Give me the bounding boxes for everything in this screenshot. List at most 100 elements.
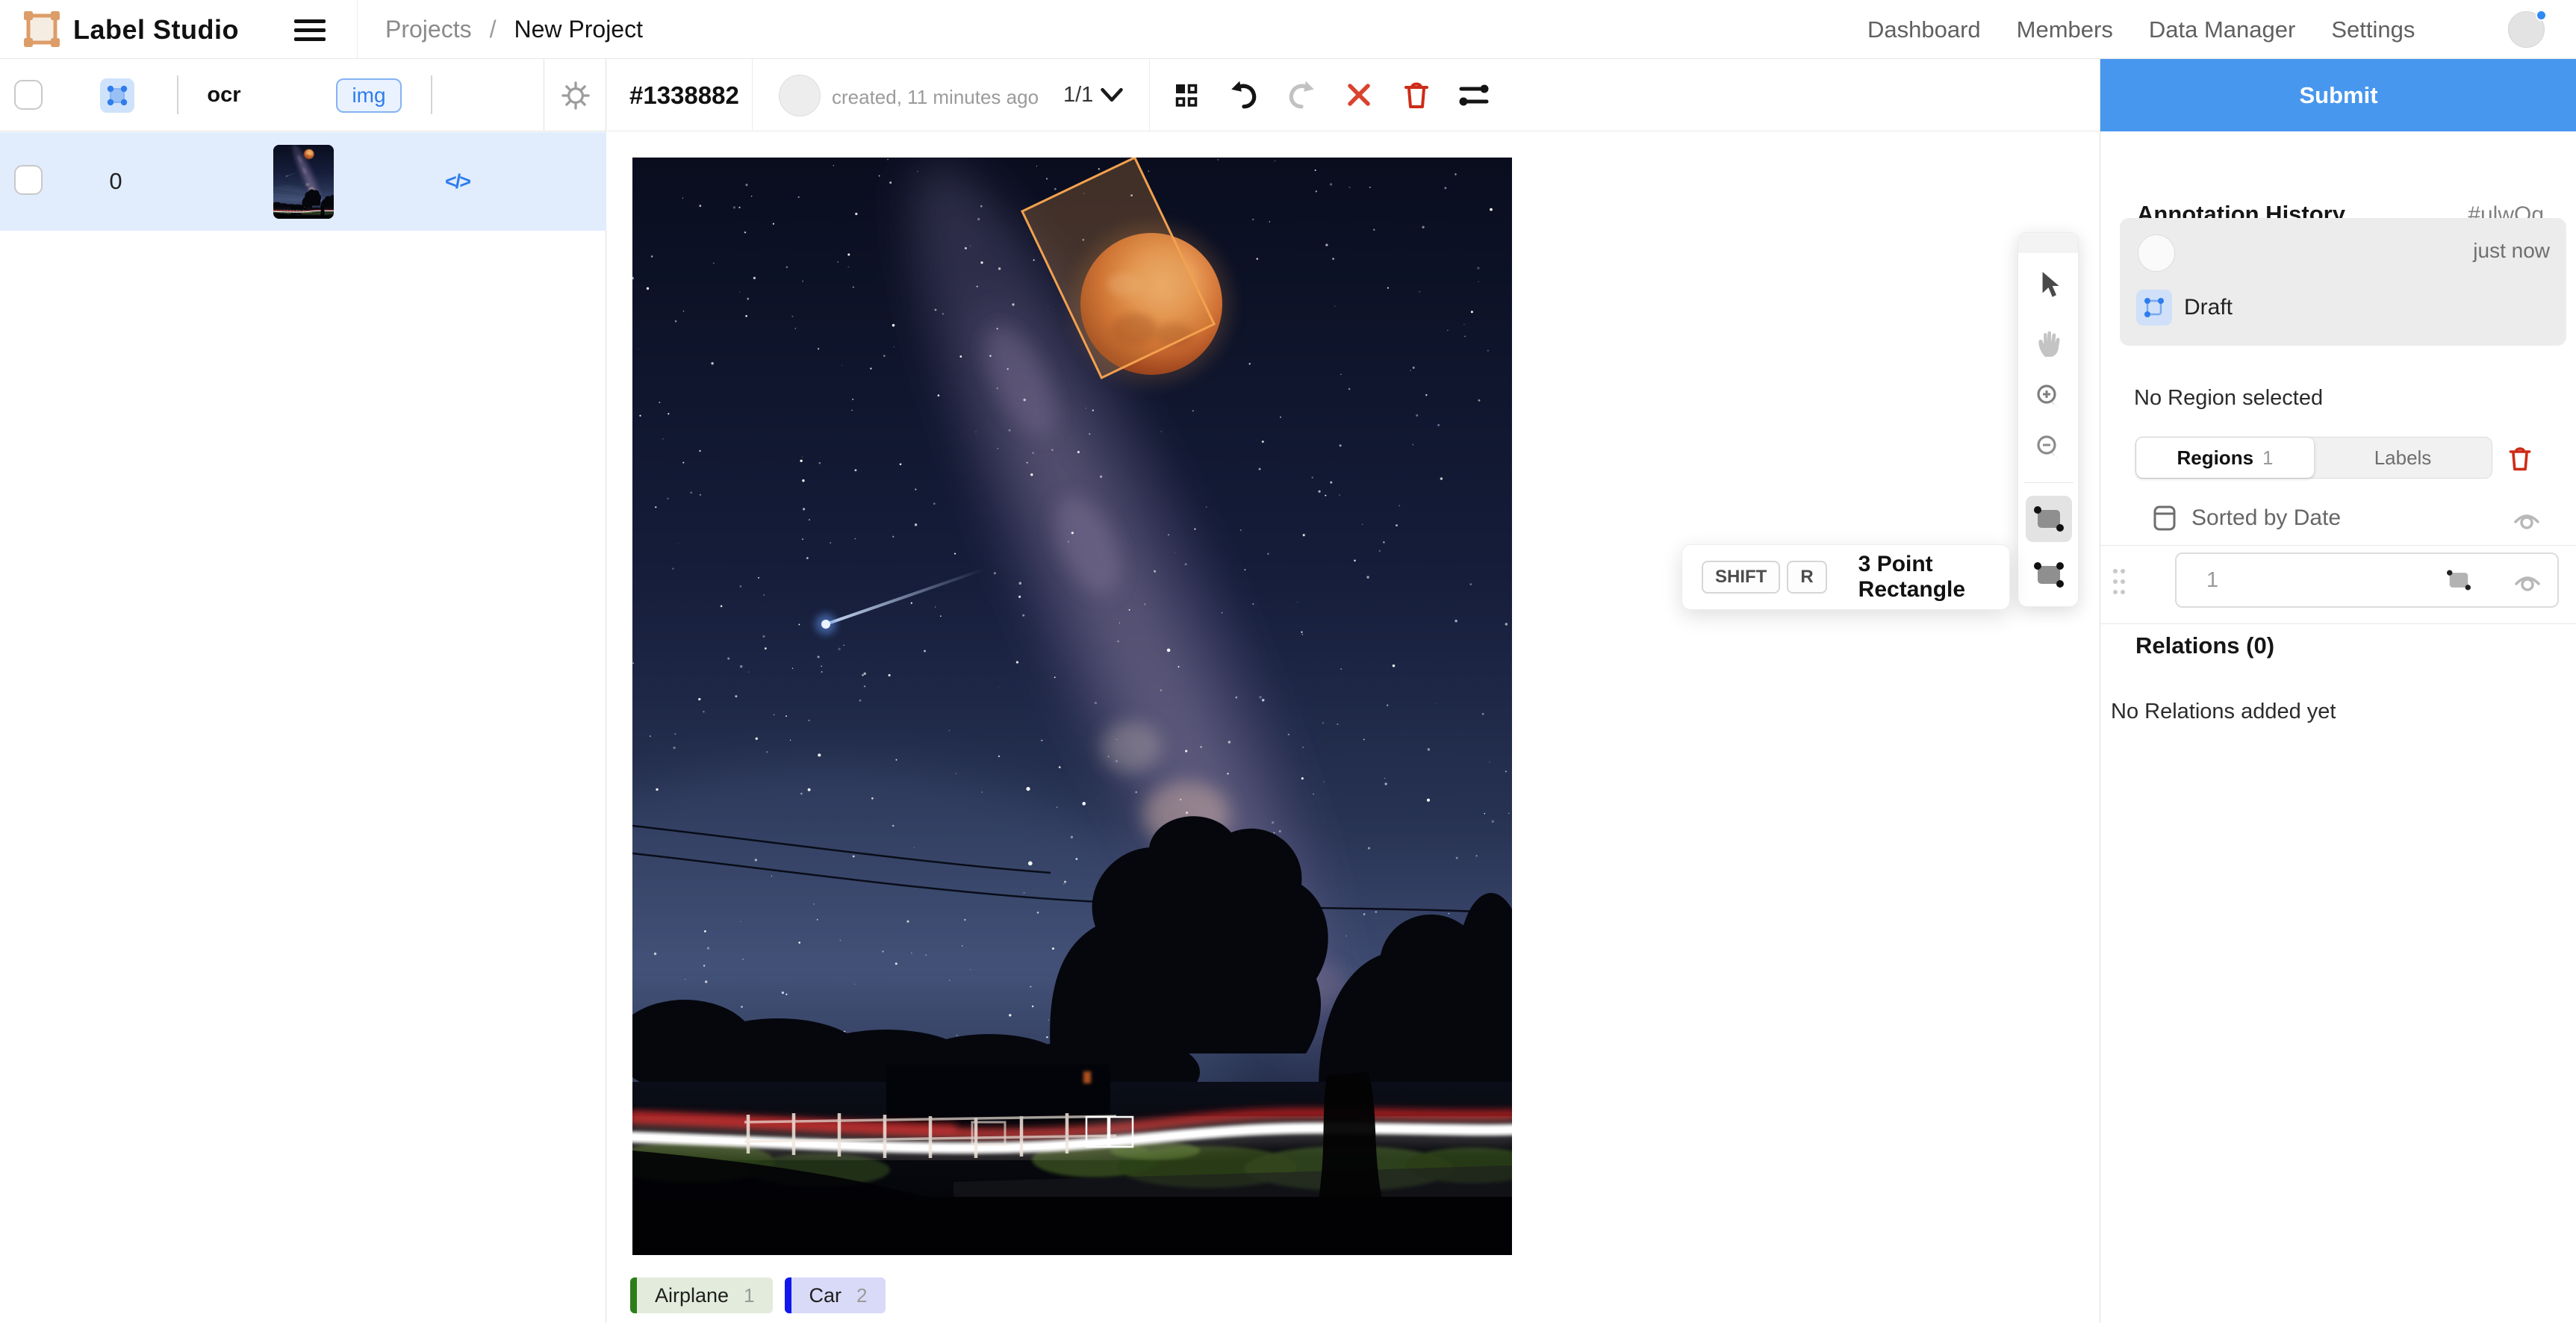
chevron-down-icon[interactable] [1099, 84, 1124, 106]
img-column-badge[interactable]: img [336, 78, 402, 113]
top-navbar: Label Studio Projects / New Project Dash… [0, 0, 2576, 59]
divider [2100, 623, 2576, 624]
sort-label: Sorted by Date [2191, 505, 2341, 531]
sort-group-icon [2153, 504, 2177, 532]
undo-button[interactable] [1227, 77, 1261, 113]
draft-status-label: Draft [2184, 290, 2233, 326]
outliner-tabs: Regions 1 Labels [2135, 437, 2492, 479]
nav-item-members[interactable]: Members [2017, 16, 2113, 43]
car-region-bbox-2[interactable] [1110, 1117, 1133, 1147]
toolbar-divider [752, 59, 753, 131]
annotator-avatar [779, 75, 821, 116]
nav-item-settings[interactable]: Settings [2331, 16, 2415, 43]
task-row-id: 0 [82, 132, 149, 231]
sort-control[interactable]: Sorted by Date [2153, 504, 2341, 532]
view-source-icon[interactable]: </> [445, 132, 470, 231]
select-all-checkbox[interactable] [14, 80, 43, 110]
grid-view-button[interactable] [1169, 77, 1204, 113]
pagination-label: 1/1 [1063, 59, 1093, 131]
notification-dot [2536, 10, 2547, 21]
user-avatar[interactable] [2508, 11, 2545, 48]
x-icon [1345, 81, 1372, 108]
airplane-label: Airplane [655, 1284, 729, 1307]
zoom-out-icon [2034, 433, 2064, 463]
label-studio-app: Label Studio Projects / New Project Dash… [0, 0, 2576, 1323]
redo-icon [1286, 79, 1317, 110]
grid-icon [1172, 80, 1201, 110]
task-id: #1338882 [629, 59, 739, 131]
pan-tool-button[interactable] [2018, 321, 2079, 366]
move-tool-button[interactable] [2018, 263, 2079, 308]
toolbar-actions [1169, 77, 1491, 113]
tools-separator [2024, 482, 2073, 483]
task-thumbnail[interactable] [273, 145, 334, 219]
annotation-toolbar: #1338882 created, 11 minutes ago 1/1 [607, 59, 2100, 131]
annotation-canvas-area: Airplane 1 Car 2 [607, 131, 2100, 1323]
no-region-selected-text: No Region selected [2134, 386, 2323, 411]
zoom-out-tool-button[interactable] [2018, 426, 2079, 470]
label-chip-airplane[interactable]: Airplane 1 [630, 1277, 773, 1313]
redo-button[interactable] [1284, 77, 1319, 113]
navbar-menu: Dashboard Members Data Manager Settings [1867, 0, 2415, 59]
draft-bbox-icon [2143, 296, 2165, 319]
toggle-all-visibility-eye-icon[interactable] [2512, 507, 2542, 531]
column-header-ocr: ocr [187, 59, 261, 131]
task-row-checkbox[interactable] [14, 165, 43, 195]
delete-regions-button[interactable] [2505, 443, 2535, 474]
breadcrumb-separator: / [490, 16, 497, 43]
navbar-divider [357, 0, 358, 59]
trash-icon [1401, 79, 1431, 110]
key-badge-shift: SHIFT [1702, 561, 1780, 594]
hotkey-tooltip: SHIFT R 3 Point Rectangle [1681, 544, 2010, 610]
zoom-in-tool-button[interactable] [2018, 375, 2079, 420]
annotation-sidebar: Submit Annotation History #ulwQg just no… [2100, 59, 2576, 1323]
trash-icon [2507, 444, 2533, 473]
rectangle-tool-button[interactable] [2018, 496, 2079, 541]
label-studio-logo-icon[interactable] [25, 13, 58, 46]
rectangle-3pt-tool-button[interactable] [2018, 552, 2079, 597]
tab-labels[interactable]: Labels [2314, 438, 2492, 478]
submit-button[interactable]: Submit [2100, 59, 2576, 131]
delete-annotation-button[interactable] [1399, 77, 1434, 113]
nav-item-dashboard[interactable]: Dashboard [1867, 16, 1981, 43]
bounding-box-column-icon[interactable] [100, 78, 134, 113]
task-row[interactable]: 0 </> [0, 132, 606, 231]
nav-item-data-manager[interactable]: Data Manager [2149, 16, 2295, 43]
column-divider [431, 75, 432, 114]
task-image[interactable] [632, 158, 1512, 1255]
bbox-icon [106, 84, 128, 107]
gear-icon[interactable] [559, 79, 592, 112]
hamburger-menu-icon[interactable] [294, 15, 329, 45]
car-count: 2 [856, 1284, 867, 1307]
breadcrumb-current-project: New Project [514, 16, 643, 43]
car-region-bbox-1[interactable] [1086, 1117, 1108, 1147]
region-item[interactable]: 1 [2175, 552, 2559, 608]
tools-drag-handle[interactable] [2018, 233, 2078, 253]
region-visibility-eye-icon[interactable] [2513, 569, 2542, 593]
app-title: Label Studio [73, 0, 239, 59]
region-rectangle-icon [2444, 567, 2474, 594]
relations-title: Relations (0) [2135, 632, 2274, 659]
relations-empty-text: No Relations added yet [2111, 700, 2336, 724]
breadcrumb-projects[interactable]: Projects [385, 16, 472, 43]
sliders-icon [1457, 80, 1490, 110]
label-chip-car[interactable]: Car 2 [785, 1277, 886, 1313]
rectangle-3pt-icon [2032, 558, 2066, 591]
region-index: 1 [2206, 554, 2218, 606]
reject-button[interactable] [1342, 77, 1376, 113]
hand-icon [2035, 329, 2063, 358]
undo-icon [1228, 79, 1260, 110]
history-timestamp: just now [2473, 239, 2550, 263]
history-avatar [2138, 234, 2175, 272]
toolbar-divider [1149, 59, 1150, 131]
cursor-icon [2035, 270, 2063, 300]
car-color-bar [785, 1277, 791, 1313]
history-entry[interactable]: just now Draft [2120, 218, 2566, 346]
tooltip-label: 3 Point Rectangle [1858, 552, 2009, 603]
drag-handle-icon[interactable] [2111, 565, 2127, 598]
breadcrumb: Projects / New Project [385, 0, 643, 59]
tab-regions[interactable]: Regions 1 [2136, 438, 2314, 478]
settings-sliders-button[interactable] [1457, 77, 1491, 113]
column-divider [177, 75, 178, 114]
airplane-count: 1 [744, 1284, 754, 1307]
